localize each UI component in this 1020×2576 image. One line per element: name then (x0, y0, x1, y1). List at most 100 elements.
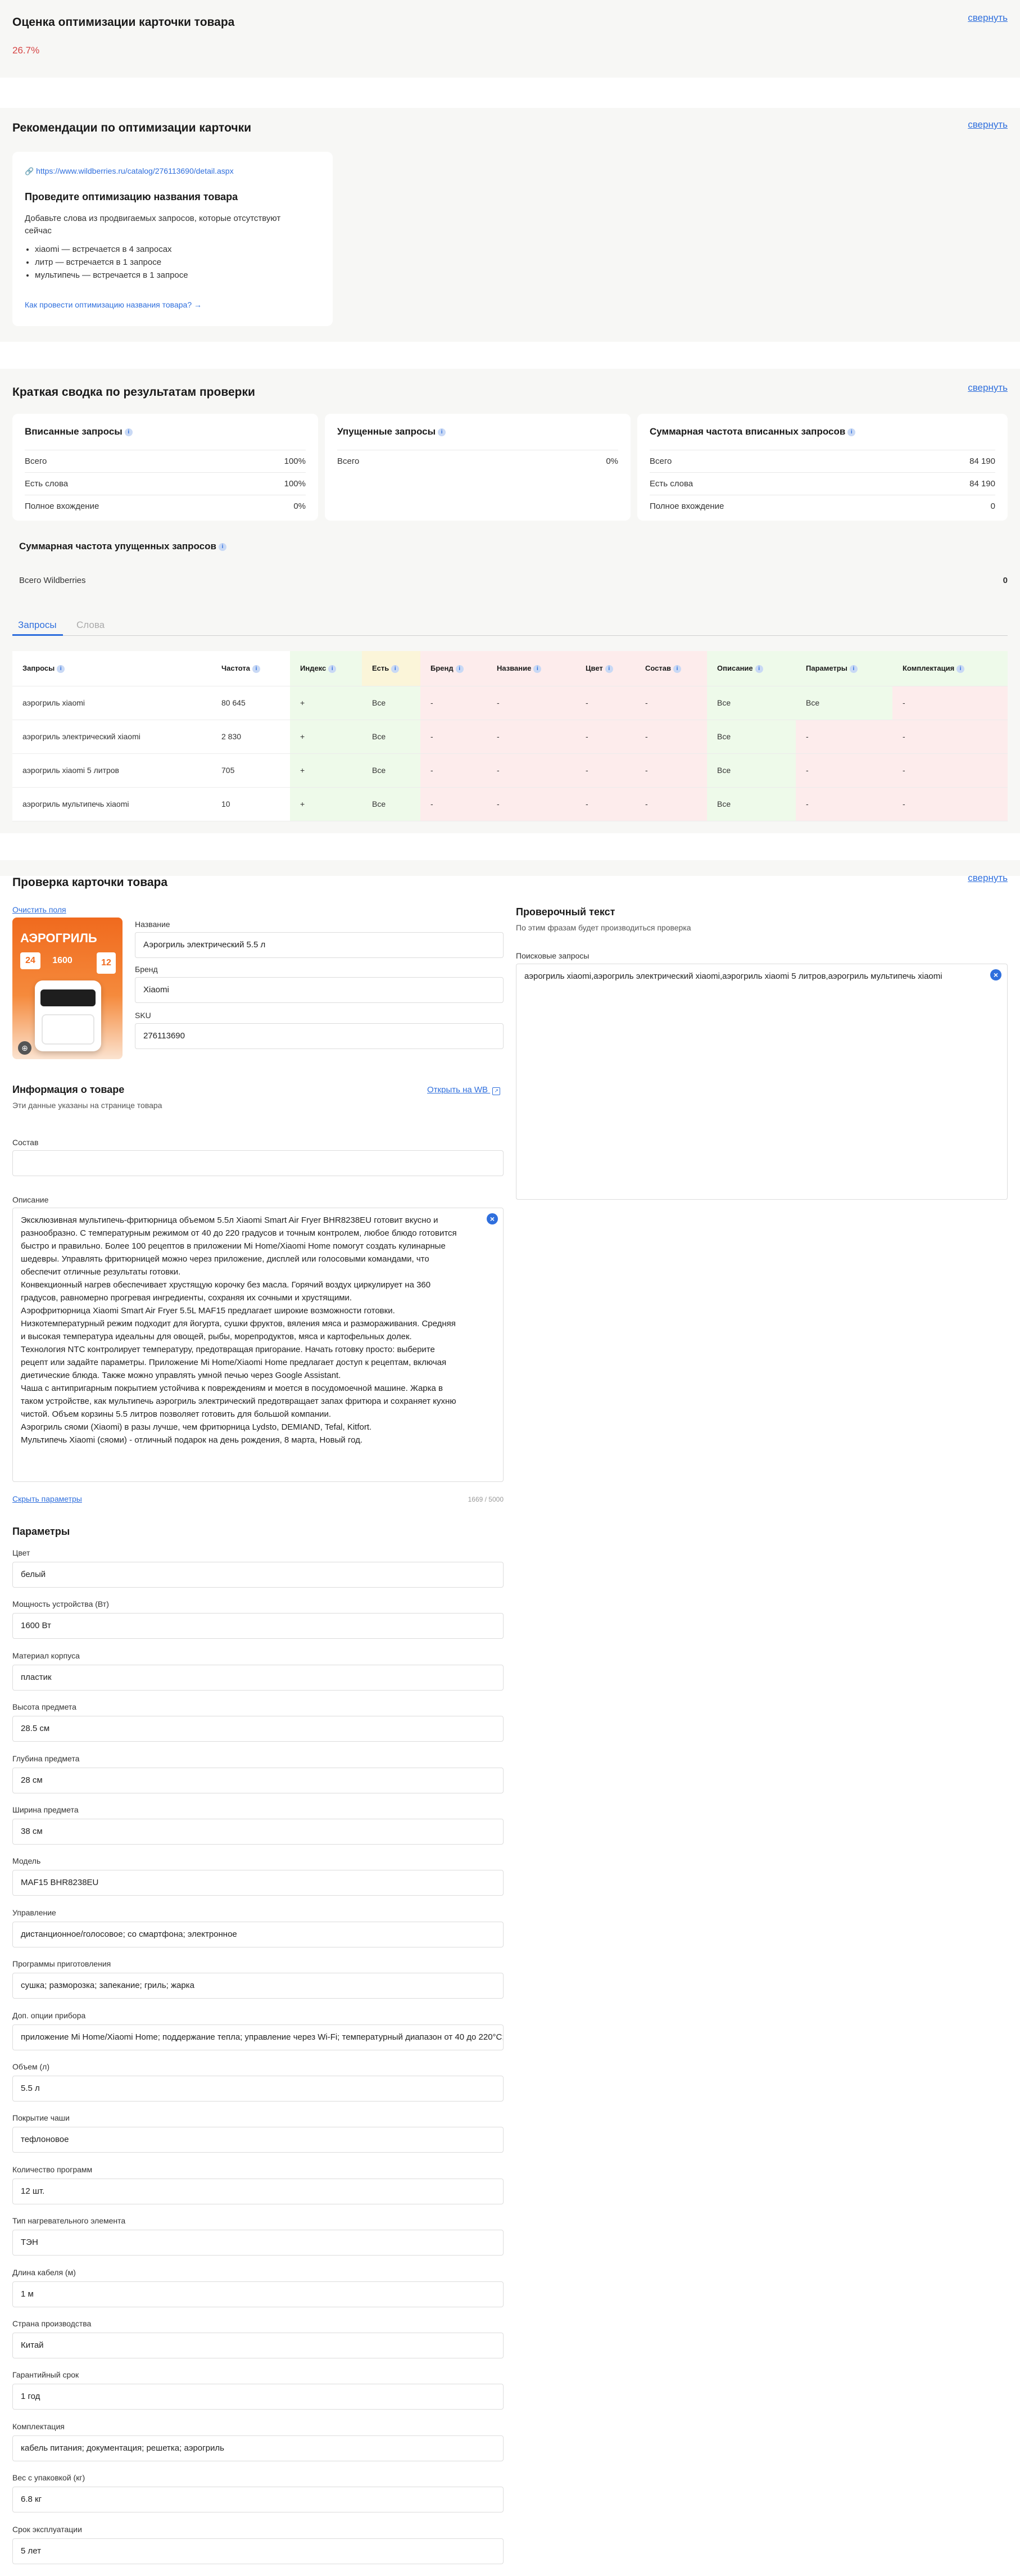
tab-underline (12, 635, 1008, 636)
th-index: Индекс i (290, 651, 362, 686)
info-icon[interactable]: i (391, 665, 400, 673)
summary-title: Краткая сводка по результатам проверки (12, 386, 255, 399)
clear-fields-link[interactable]: Очистить поля (12, 905, 66, 914)
param-label: Высота предмета (12, 1702, 76, 1711)
info-icon[interactable]: i (956, 665, 965, 673)
recommendation-list: xiaomi — встречается в 4 запросах литр —… (35, 243, 188, 282)
howto-link[interactable]: Как провести оптимизацию названия товара… (25, 300, 202, 309)
info-icon[interactable]: i (533, 665, 542, 673)
search-queries-text: аэрогриль xiaomi,аэрогриль электрический… (524, 971, 942, 981)
description-line: диетические блюда. Также можно управлять… (21, 1371, 341, 1380)
th-color: Цвет i (575, 651, 635, 686)
description-textarea[interactable]: Эксклюзивная мультипечь-фритюрница объем… (12, 1208, 504, 1482)
info-subtitle: Эти данные указаны на странице товара (12, 1101, 162, 1110)
param-input[interactable]: 5 лет (12, 2538, 504, 2564)
zoom-icon[interactable]: ⊕ (18, 1041, 31, 1055)
param-input[interactable]: 28 см (12, 1768, 504, 1793)
info-icon[interactable]: i (218, 543, 226, 551)
description-line: Мультипечь Xiaomi (сяоми) - отличный под… (21, 1435, 363, 1445)
info-icon[interactable]: i (605, 665, 613, 673)
description-line: Технология NTC контролирует температуру,… (21, 1345, 435, 1354)
table-row: аэрогриль xiaomi 5 литров 705 + Все - - … (12, 753, 1008, 788)
search-queries-textarea[interactable]: аэрогриль xiaomi,аэрогриль электрический… (516, 964, 1008, 1200)
name-input[interactable]: Аэрогриль электрический 5.5 л (135, 932, 504, 958)
description-line: рецепт или задайте параметры. Приложение… (21, 1358, 447, 1367)
info-icon[interactable]: i (252, 665, 261, 673)
param-label: Длина кабеля (м) (12, 2268, 76, 2277)
description-line: Чаша с антипригарным покрытием устойчива… (21, 1384, 443, 1393)
stat-row: Всего 100% (25, 450, 306, 472)
param-input[interactable]: 12 шт. (12, 2179, 504, 2204)
char-count: 1669 / 5000 (468, 1495, 504, 1503)
param-input[interactable]: 1600 Вт (12, 1613, 504, 1639)
info-icon[interactable]: i (328, 665, 337, 673)
param-input[interactable]: дистанционное/голосовое; со смартфона; э… (12, 1922, 504, 1947)
th-description: Описание i (707, 651, 796, 686)
info-icon[interactable]: i (849, 665, 858, 673)
description-line: шедевры. Управлять фритюрницей можно чер… (21, 1254, 429, 1264)
product-image-title: АЭРОГРИЛЬ (20, 931, 97, 945)
external-link-icon: ↗ (492, 1087, 501, 1095)
info-icon[interactable]: i (438, 428, 446, 436)
recommendations-section: Рекомендации по оптимизации карточки све… (0, 108, 1020, 342)
description-line: разнообразно. С температурным режимом от… (21, 1228, 457, 1238)
param-input[interactable]: 5.5 л (12, 2076, 504, 2102)
clear-search-icon[interactable]: × (990, 969, 1001, 980)
score-collapse-link[interactable]: свернуть (968, 12, 1008, 24)
description-line: Аэрогриль сяоми (Xiaomi) в разы лучше, ч… (21, 1422, 372, 1432)
params-title: Параметры (12, 1526, 70, 1537)
link-icon: 🔗 (25, 167, 34, 175)
param-label: Комплектация (12, 2422, 65, 2431)
param-input[interactable]: 28.5 см (12, 1716, 504, 1742)
param-input[interactable]: тефлоновое (12, 2127, 504, 2153)
param-input[interactable]: 38 см (12, 1819, 504, 1845)
search-queries-label: Поисковые запросы (516, 951, 590, 960)
info-icon[interactable]: i (755, 665, 763, 673)
summary-collapse-link[interactable]: свернуть (968, 382, 1008, 394)
param-input[interactable]: сушка; разморозка; запекание; гриль; жар… (12, 1973, 504, 1999)
param-input[interactable]: пластик (12, 1665, 504, 1691)
missed-freq-title: Суммарная частота упущенных запросов i (19, 541, 226, 552)
missed-queries-card: Упущенные запросы i Всего 0% (325, 414, 631, 521)
written-queries-title: Вписанные запросы i (25, 426, 133, 437)
param-input[interactable]: кабель питания; документация; решетка; а… (12, 2435, 504, 2461)
tab-queries[interactable]: Запросы (18, 620, 57, 631)
info-icon[interactable]: i (57, 665, 65, 673)
param-input[interactable]: ТЭН (12, 2230, 504, 2256)
param-input[interactable]: Китай (12, 2333, 504, 2358)
sku-input[interactable]: 276113690 (135, 1023, 504, 1049)
info-icon[interactable]: i (455, 665, 464, 673)
check-top-band (0, 860, 1020, 876)
param-input[interactable]: 1 год (12, 2384, 504, 2410)
recommendation-text: Добавьте слова из продвигаемых запросов,… (25, 214, 281, 236)
description-line: чистой. Объем корзины 5.5 литров позволя… (21, 1409, 332, 1419)
info-icon[interactable]: i (124, 428, 133, 436)
brand-input[interactable]: Xiaomi (135, 977, 504, 1003)
tab-words[interactable]: Слова (76, 620, 105, 631)
open-wb-link[interactable]: Открыть на WB ↗ (427, 1085, 501, 1095)
param-label: Страна производства (12, 2319, 92, 2328)
written-queries-card: Вписанные запросы i Всего 100% Есть слова 1… (12, 414, 318, 521)
recommendations-collapse-link[interactable]: свернуть (968, 119, 1008, 130)
hide-params-link[interactable]: Скрыть параметры (12, 1494, 82, 1503)
clear-description-icon[interactable]: × (487, 1213, 498, 1224)
fryer-basket (42, 1014, 94, 1045)
info-icon[interactable]: i (847, 428, 856, 436)
param-input[interactable]: 1 м (12, 2281, 504, 2307)
list-item: xiaomi — встречается в 4 запросах (35, 243, 188, 256)
th-composition: Состав i (635, 651, 707, 686)
param-input[interactable]: белый (12, 1562, 504, 1588)
param-input[interactable]: 6.8 кг (12, 2487, 504, 2512)
product-url-link[interactable]: 🔗 https://www.wildberries.ru/catalog/276… (25, 166, 234, 176)
recommendations-title: Рекомендации по оптимизации карточки (12, 121, 251, 134)
check-collapse-link[interactable]: свернуть (968, 873, 1008, 884)
param-input[interactable]: MAF15 BHR8238EU (12, 1870, 504, 1896)
composition-input[interactable] (12, 1150, 504, 1176)
info-icon[interactable]: i (673, 665, 681, 673)
param-input[interactable]: приложение Mi Home/Xiaomi Home; поддержа… (12, 2024, 504, 2050)
th-params: Параметры i (796, 651, 892, 686)
written-freq-card: Суммарная частота вписанных запросов i Вс… (637, 414, 1008, 521)
composition-label: Состав (12, 1138, 39, 1147)
list-item: мультипечь — встречается в 1 запросе (35, 269, 188, 282)
tab-active-underline (12, 634, 63, 636)
